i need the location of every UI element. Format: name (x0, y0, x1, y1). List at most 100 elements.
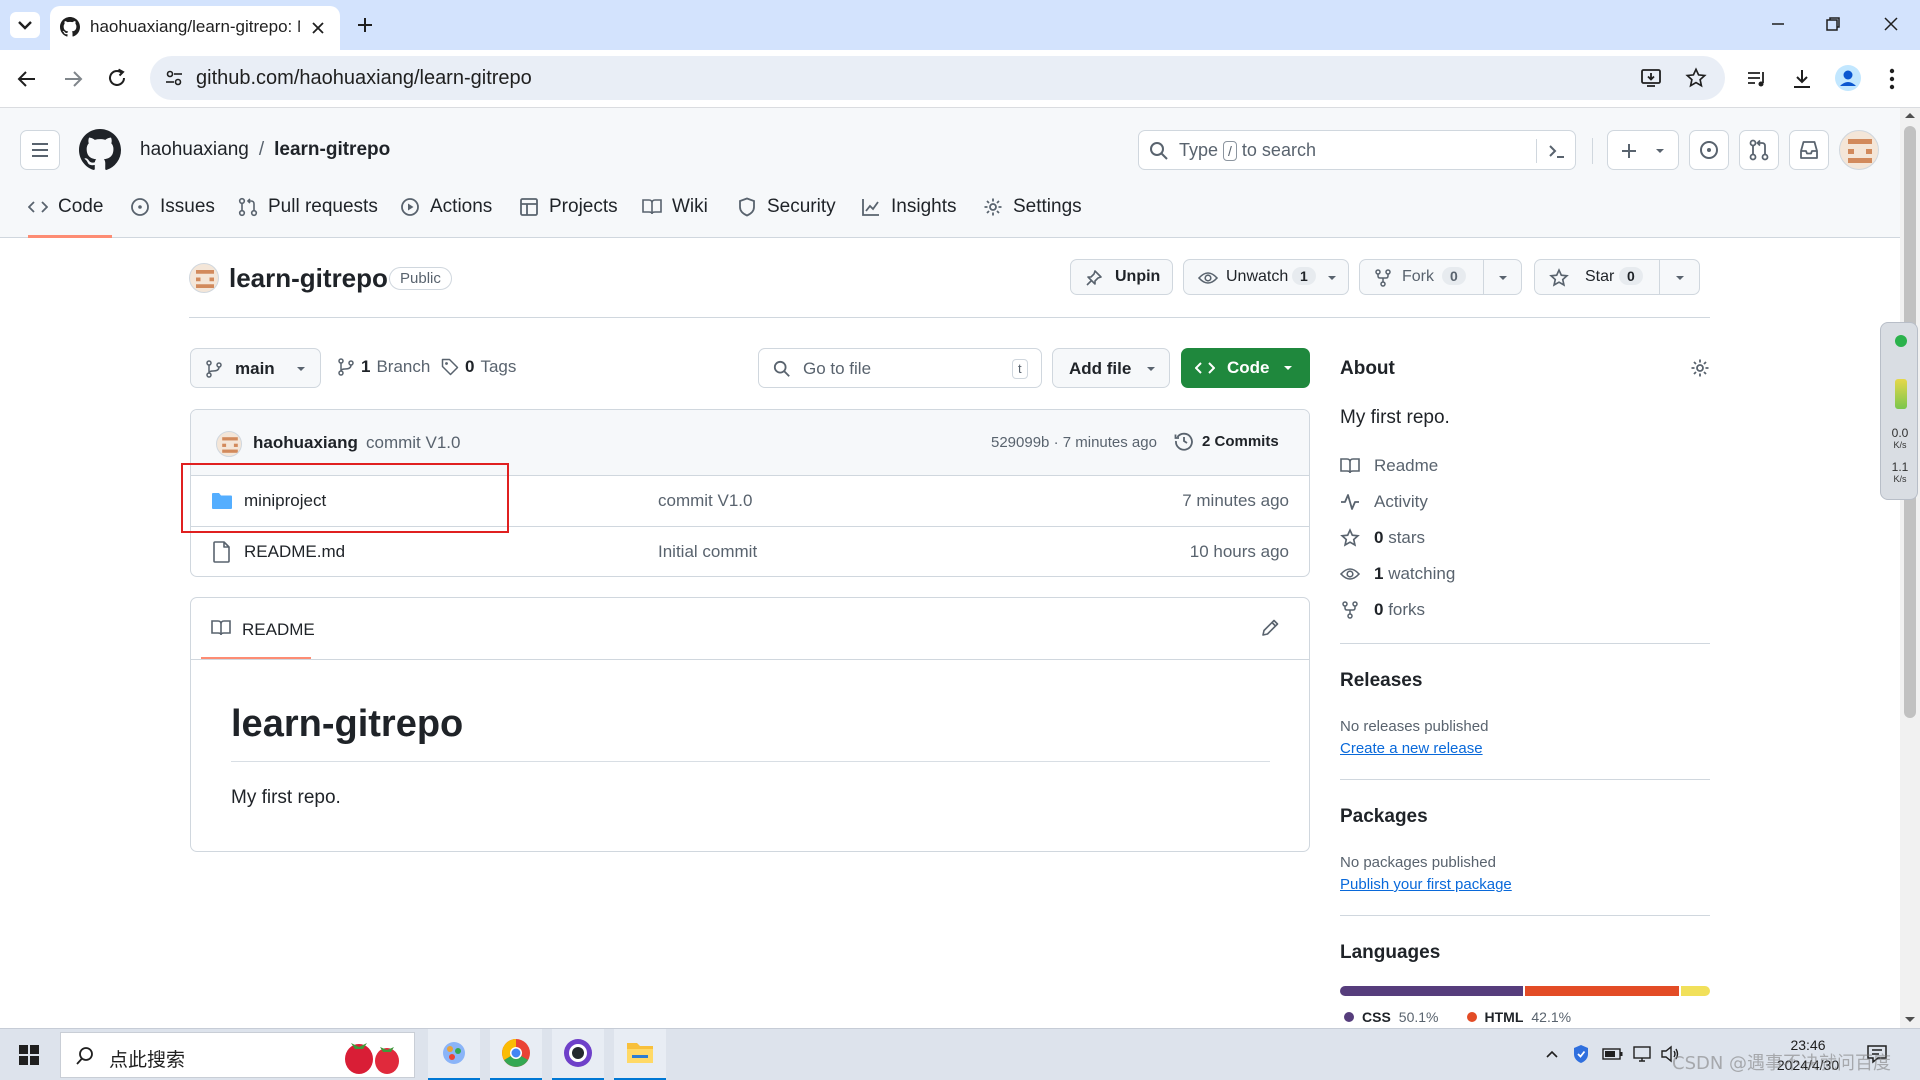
tab-security[interactable]: Security (737, 196, 836, 238)
command-palette-icon[interactable] (1547, 141, 1567, 161)
about-title: About (1340, 358, 1395, 379)
tab-pull-requests[interactable]: Pull requests (238, 196, 378, 238)
taskbar-app-file-explorer[interactable] (614, 1029, 666, 1080)
language-name: CSS (1362, 1009, 1391, 1025)
language-bar-segment[interactable] (1681, 986, 1710, 996)
close-icon[interactable] (310, 20, 326, 36)
branches-link[interactable]: 1 Branch (337, 357, 430, 377)
tab-projects[interactable]: Projects (519, 196, 618, 238)
install-app-icon[interactable] (1640, 67, 1662, 89)
tab-actions[interactable]: Actions (400, 196, 492, 238)
language-bar-segment[interactable] (1525, 986, 1680, 996)
window-close-icon[interactable] (1883, 16, 1899, 32)
unpin-button[interactable]: Unpin (1070, 259, 1173, 295)
network-icon[interactable] (1632, 1044, 1652, 1064)
file-commit-message[interactable]: commit V1.0 (658, 491, 752, 511)
readme-tab[interactable]: README (201, 598, 315, 659)
chevron-up-icon[interactable] (1544, 1046, 1560, 1062)
taskbar-search-box[interactable]: 点此搜索 (60, 1032, 415, 1078)
taskbar-app-chrome[interactable] (490, 1029, 542, 1080)
about-activity-link[interactable]: Activity (1340, 492, 1428, 512)
search-input[interactable]: Type / to search (1138, 130, 1576, 170)
search-icon (1150, 142, 1168, 160)
highlight-annotation-box (181, 463, 509, 533)
breadcrumb-repo[interactable]: learn-gitrepo (274, 139, 390, 161)
table-row[interactable]: README.md Initial commit 10 hours ago (191, 526, 1309, 576)
scroll-down-arrow-icon[interactable] (1900, 1011, 1920, 1027)
about-watching-link[interactable]: 1 watching (1340, 564, 1455, 584)
repo-title[interactable]: learn-gitrepo (229, 263, 388, 294)
branch-selector[interactable]: main (190, 348, 321, 388)
github-logo-icon[interactable] (79, 129, 121, 171)
fork-button[interactable]: Fork 0 (1359, 259, 1522, 295)
address-bar[interactable]: github.com/haohuaxiang/learn-gitrepo (150, 56, 1725, 100)
browser-tab-active[interactable]: haohuaxiang/learn-gitrepo: My first repo… (50, 6, 340, 50)
forward-arrow-icon[interactable] (62, 68, 84, 90)
go-to-file-input[interactable]: Go to file t (758, 348, 1042, 388)
add-file-button[interactable]: Add file (1052, 348, 1170, 388)
commit-message[interactable]: commit V1.0 (366, 433, 460, 453)
tab-issues[interactable]: Issues (130, 196, 215, 238)
caret-down-icon[interactable] (1674, 272, 1686, 284)
back-arrow-icon[interactable] (16, 68, 38, 90)
inbox-button[interactable] (1789, 130, 1829, 170)
site-info-icon[interactable] (164, 68, 184, 88)
go-to-file-key-hint: t (1012, 359, 1028, 379)
scroll-up-arrow-icon[interactable] (1900, 108, 1920, 124)
restore-icon[interactable] (1825, 16, 1841, 32)
taskbar-app-github-desktop[interactable] (552, 1029, 604, 1080)
reading-list-icon[interactable] (1746, 68, 1768, 90)
pull-requests-button[interactable] (1739, 130, 1779, 170)
file-name[interactable]: README.md (244, 542, 345, 562)
tab-wiki[interactable]: Wiki (642, 196, 708, 238)
commit-meta[interactable]: 529099b · 7 minutes ago (991, 434, 1157, 451)
language-percent: 50.1% (1398, 1009, 1439, 1025)
security-shield-icon[interactable] (1572, 1044, 1590, 1064)
packages-title[interactable]: Packages (1340, 806, 1428, 828)
language-item-css[interactable]: CSS 50.1% (1344, 1009, 1439, 1025)
language-bar-segment[interactable] (1340, 986, 1524, 996)
profile-avatar[interactable] (1835, 65, 1861, 91)
pencil-icon[interactable] (1260, 618, 1280, 638)
about-readme-link[interactable]: Readme (1340, 456, 1438, 476)
user-avatar[interactable] (1839, 130, 1879, 170)
new-tab-plus-icon[interactable] (355, 15, 375, 35)
tab-settings[interactable]: Settings (983, 196, 1082, 238)
taskbar-app-paint[interactable] (428, 1029, 480, 1080)
issues-button[interactable] (1689, 130, 1729, 170)
unwatch-button[interactable]: Unwatch 1 (1183, 259, 1349, 295)
caret-down-icon (1656, 149, 1664, 153)
tab-search-button[interactable] (10, 12, 40, 38)
gear-icon[interactable] (1690, 358, 1710, 378)
releases-title[interactable]: Releases (1340, 670, 1422, 692)
file-commit-message[interactable]: Initial commit (658, 542, 757, 562)
caret-down-icon[interactable] (1497, 272, 1509, 284)
search-placeholder: Type / to search (1179, 140, 1316, 161)
hamburger-menu-button[interactable] (20, 130, 60, 170)
chrome-app-icon (502, 1039, 530, 1067)
create-release-link[interactable]: Create a new release (1340, 740, 1483, 757)
book-icon (642, 199, 662, 215)
bookmark-star-icon[interactable] (1685, 67, 1707, 89)
tab-insights[interactable]: Insights (861, 196, 956, 238)
create-new-button[interactable] (1607, 130, 1679, 170)
tab-code[interactable]: Code (28, 196, 112, 238)
code-dropdown-button[interactable]: Code (1181, 348, 1310, 388)
about-stars-link[interactable]: 0 stars (1340, 528, 1425, 548)
browser-menu-icon[interactable] (1886, 67, 1898, 91)
eye-icon (1198, 272, 1218, 284)
scrollbar-track[interactable] (1900, 108, 1920, 1028)
commit-author[interactable]: haohuaxiang (253, 433, 358, 453)
language-item-html[interactable]: HTML 42.1% (1466, 1009, 1571, 1025)
publish-package-link[interactable]: Publish your first package (1340, 876, 1512, 893)
commits-link[interactable]: 2 Commits (1174, 431, 1279, 451)
about-forks-link[interactable]: 0 forks (1340, 600, 1425, 620)
download-icon[interactable] (1791, 68, 1813, 90)
windows-start-icon[interactable] (18, 1044, 40, 1066)
reload-icon[interactable] (106, 67, 128, 89)
star-button[interactable]: Star 0 (1534, 259, 1700, 295)
breadcrumb-owner[interactable]: haohuaxiang (140, 139, 249, 161)
breadcrumb-separator: / (258, 139, 265, 160)
minimize-icon[interactable] (1770, 16, 1786, 32)
tags-link[interactable]: 0 Tags (441, 357, 516, 377)
